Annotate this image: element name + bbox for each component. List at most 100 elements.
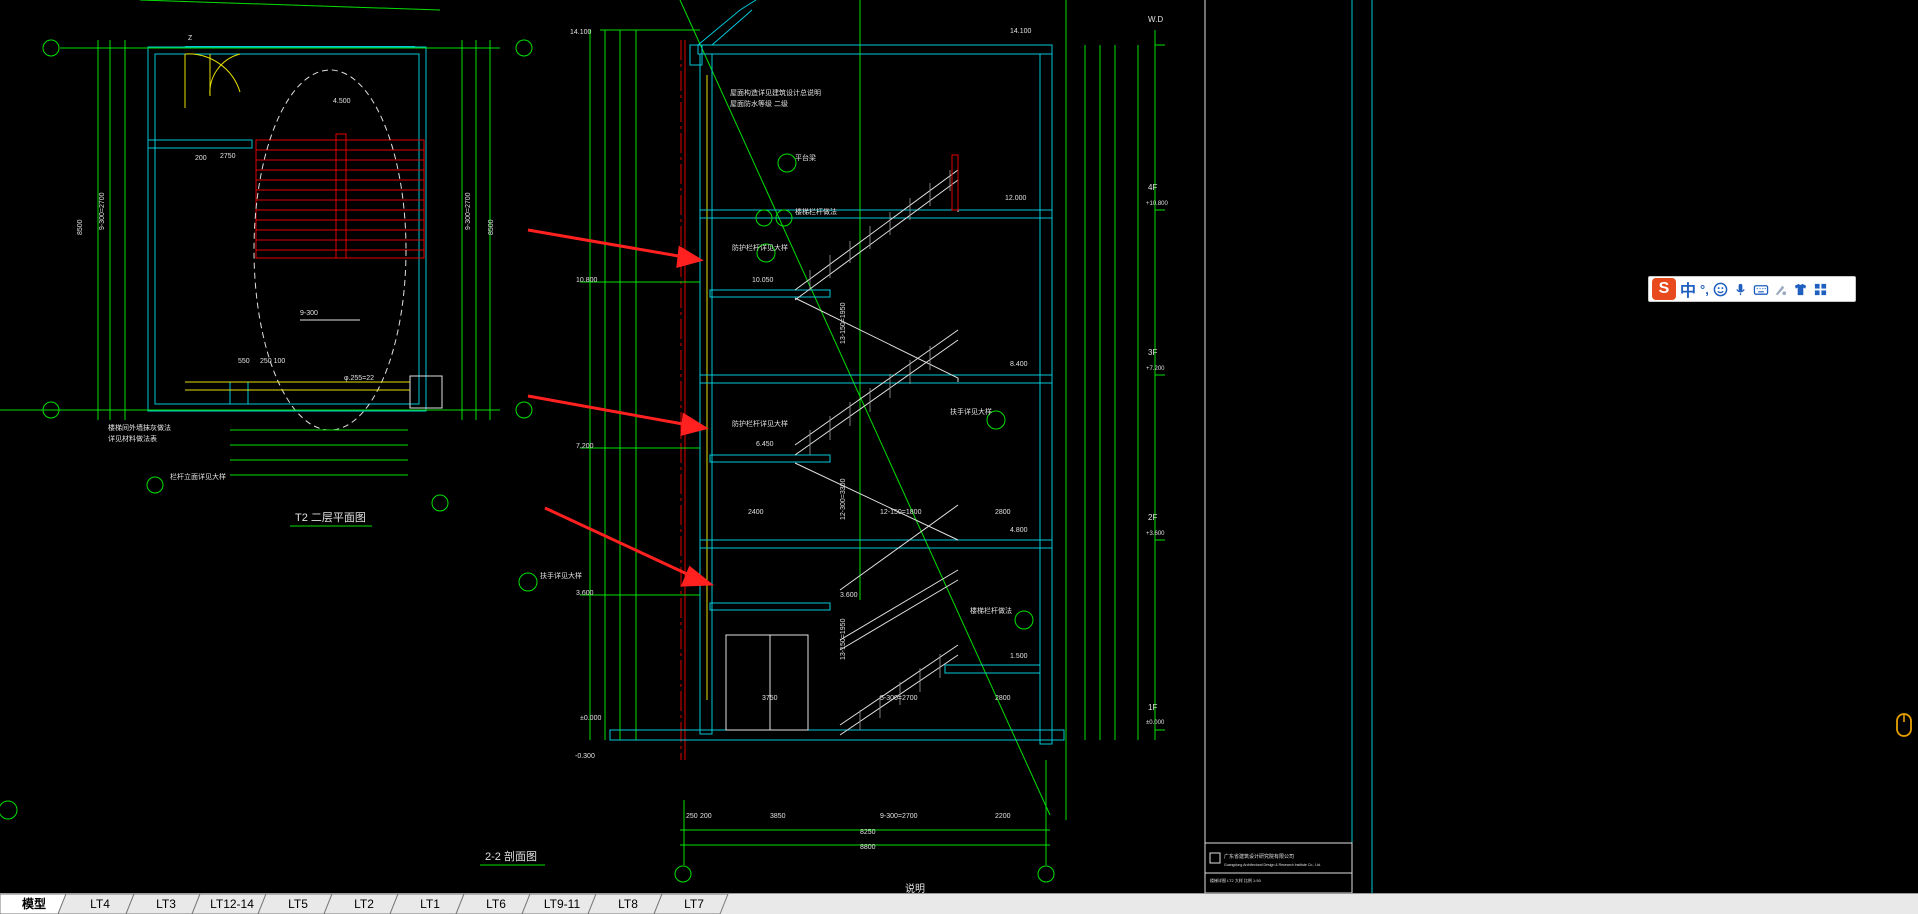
tab-lt12-14[interactable]: LT12-14 — [202, 894, 262, 914]
svg-text:2400: 2400 — [748, 509, 764, 516]
svg-text:7.200: 7.200 — [576, 443, 594, 450]
svg-text:4.800: 4.800 — [1010, 527, 1028, 534]
svg-text:10.800: 10.800 — [576, 277, 598, 284]
svg-text:-0.300: -0.300 — [575, 753, 595, 760]
svg-text:2800: 2800 — [995, 509, 1011, 516]
tab-lt3[interactable]: LT3 — [136, 894, 196, 914]
svg-text:3.600: 3.600 — [840, 592, 858, 599]
svg-text:3850: 3850 — [770, 813, 786, 820]
plan-notes: 楼梯间外墙抹灰做法 详见材料做法表 栏杆立面详见大样 — [108, 423, 226, 481]
svg-text:Z: Z — [188, 35, 193, 42]
svg-text:±0.000: ±0.000 — [1146, 720, 1165, 726]
svg-text:13-150=1950: 13-150=1950 — [840, 618, 847, 660]
svg-text:200: 200 — [195, 155, 207, 162]
tab-lt9-11[interactable]: LT9-11 — [532, 894, 592, 914]
drawing-canvas[interactable]: Z 200 2750 4.500 φ.255=22 550 250 100 9-3… — [0, 0, 1918, 893]
level-labels: W.D 4F 3F 2F 1F +10.800 +7.200 +3.600 ±0… — [1146, 15, 1169, 726]
svg-text:9-300=2700: 9-300=2700 — [99, 192, 106, 230]
section-title: 2-2 剖面图 — [485, 849, 537, 863]
tab-model[interactable]: 模型 — [6, 894, 62, 914]
ime-punctuation-toggle[interactable]: °, — [1700, 282, 1709, 297]
plan-note-3: 栏杆立面详见大样 — [170, 472, 226, 481]
tab-lt2[interactable]: LT2 — [334, 894, 394, 914]
svg-text:平台梁: 平台梁 — [795, 153, 816, 162]
ime-toolbar[interactable]: S 中 °, — [1648, 276, 1856, 302]
tab-lt4[interactable]: LT4 — [70, 894, 130, 914]
company-name: 广东省建筑设计研究院有限公司 — [1224, 853, 1294, 860]
svg-text:+10.800: +10.800 — [1146, 201, 1169, 207]
svg-text:+7.200: +7.200 — [1146, 366, 1165, 372]
svg-text:9-300=2700: 9-300=2700 — [880, 813, 918, 820]
svg-text:屋面防水等级 二级: 屋面防水等级 二级 — [730, 99, 788, 108]
svg-text:12.000: 12.000 — [1005, 195, 1027, 202]
emoji-icon[interactable] — [1713, 281, 1729, 297]
company-name-en: Guangdong Architectural Design & Researc… — [1224, 863, 1321, 867]
mic-icon[interactable] — [1733, 281, 1749, 297]
grid-icon[interactable] — [1813, 281, 1829, 297]
section-view — [518, 0, 1165, 883]
svg-text:8500: 8500 — [488, 219, 495, 235]
svg-text:8500: 8500 — [77, 219, 84, 235]
svg-text:10.050: 10.050 — [752, 277, 774, 284]
svg-text:12-150=1800: 12-150=1800 — [880, 509, 922, 516]
tab-lt7[interactable]: LT7 — [664, 894, 724, 914]
tab-lt6[interactable]: LT6 — [466, 894, 526, 914]
mouse-icon[interactable] — [1894, 710, 1914, 738]
sogou-logo-icon[interactable]: S — [1652, 278, 1676, 300]
ime-language-toggle[interactable]: 中 — [1680, 277, 1696, 301]
svg-text:扶手详见大样: 扶手详见大样 — [950, 407, 992, 416]
svg-text:12-300=3300: 12-300=3300 — [840, 478, 847, 520]
svg-text:550: 550 — [238, 358, 250, 365]
svg-text:2F: 2F — [1148, 513, 1157, 522]
title-block — [1204, 0, 1373, 893]
svg-text:楼梯栏杆做法: 楼梯栏杆做法 — [970, 606, 1012, 615]
svg-text:W.D: W.D — [1148, 15, 1163, 24]
svg-text:4F: 4F — [1148, 183, 1157, 192]
section-bottom-label: 说明 — [905, 882, 925, 893]
svg-text:14.100: 14.100 — [570, 29, 592, 36]
svg-text:扶手详见大样: 扶手详见大样 — [540, 571, 582, 580]
svg-text:250 100: 250 100 — [260, 358, 285, 365]
svg-text:+3.600: +3.600 — [1146, 531, 1165, 537]
plan-title: T2 二层平面图 — [295, 511, 366, 524]
svg-text:6.450: 6.450 — [756, 441, 774, 448]
svg-text:3750: 3750 — [762, 695, 778, 702]
svg-text:9-300: 9-300 — [300, 310, 318, 317]
skin-icon[interactable] — [1793, 281, 1809, 297]
section-texts: 14.100 10.800 7.200 3.600 ±0.000 -0.300 … — [540, 28, 1032, 851]
svg-text:250: 250 — [686, 813, 698, 820]
plan-dim-texts: Z 200 2750 4.500 φ.255=22 550 250 100 9-3… — [77, 35, 495, 382]
plan-note-2: 详见材料做法表 — [108, 434, 157, 443]
tab-lt8[interactable]: LT8 — [598, 894, 658, 914]
svg-text:3.600: 3.600 — [576, 590, 594, 597]
svg-text:±0.000: ±0.000 — [580, 715, 601, 722]
svg-text:4.500: 4.500 — [333, 98, 351, 105]
svg-text:防护栏杆详见大样: 防护栏杆详见大样 — [732, 243, 788, 252]
tab-lt5[interactable]: LT5 — [268, 894, 328, 914]
svg-text:1F: 1F — [1148, 703, 1157, 712]
svg-text:2200: 2200 — [995, 813, 1011, 820]
svg-text:2750: 2750 — [220, 153, 236, 160]
svg-text:13-150=1950: 13-150=1950 — [840, 302, 847, 344]
svg-text:楼梯栏杆做法: 楼梯栏杆做法 — [795, 207, 837, 216]
plan-note-1: 楼梯间外墙抹灰做法 — [108, 423, 171, 432]
svg-text:14.100: 14.100 — [1010, 28, 1032, 35]
svg-text:3F: 3F — [1148, 348, 1157, 357]
floor-plan — [0, 0, 533, 820]
tab-lt1[interactable]: LT1 — [400, 894, 460, 914]
svg-text:防护栏杆详见大样: 防护栏杆详见大样 — [732, 419, 788, 428]
svg-text:1.500: 1.500 — [1010, 653, 1028, 660]
svg-text:9-300=2700: 9-300=2700 — [465, 192, 472, 230]
svg-text:8.400: 8.400 — [1010, 361, 1028, 368]
svg-text:屋面构造详见建筑设计总说明: 屋面构造详见建筑设计总说明 — [730, 88, 821, 97]
svg-text:8800: 8800 — [860, 844, 876, 851]
layout-tab-bar: 模型 LT4 LT3 LT12-14 LT5 LT2 LT1 LT6 LT9-1… — [0, 893, 1918, 914]
svg-text:2800: 2800 — [995, 695, 1011, 702]
sheet-info: 楼梯详图 LT2 大样 比例 1:50 — [1210, 877, 1262, 883]
svg-text:200: 200 — [700, 813, 712, 820]
svg-text:φ.255=22: φ.255=22 — [344, 375, 374, 382]
handwrite-icon[interactable] — [1773, 281, 1789, 297]
svg-text:5-300=2700: 5-300=2700 — [880, 695, 918, 702]
svg-text:8250: 8250 — [860, 829, 876, 836]
keyboard-icon[interactable] — [1753, 281, 1769, 297]
